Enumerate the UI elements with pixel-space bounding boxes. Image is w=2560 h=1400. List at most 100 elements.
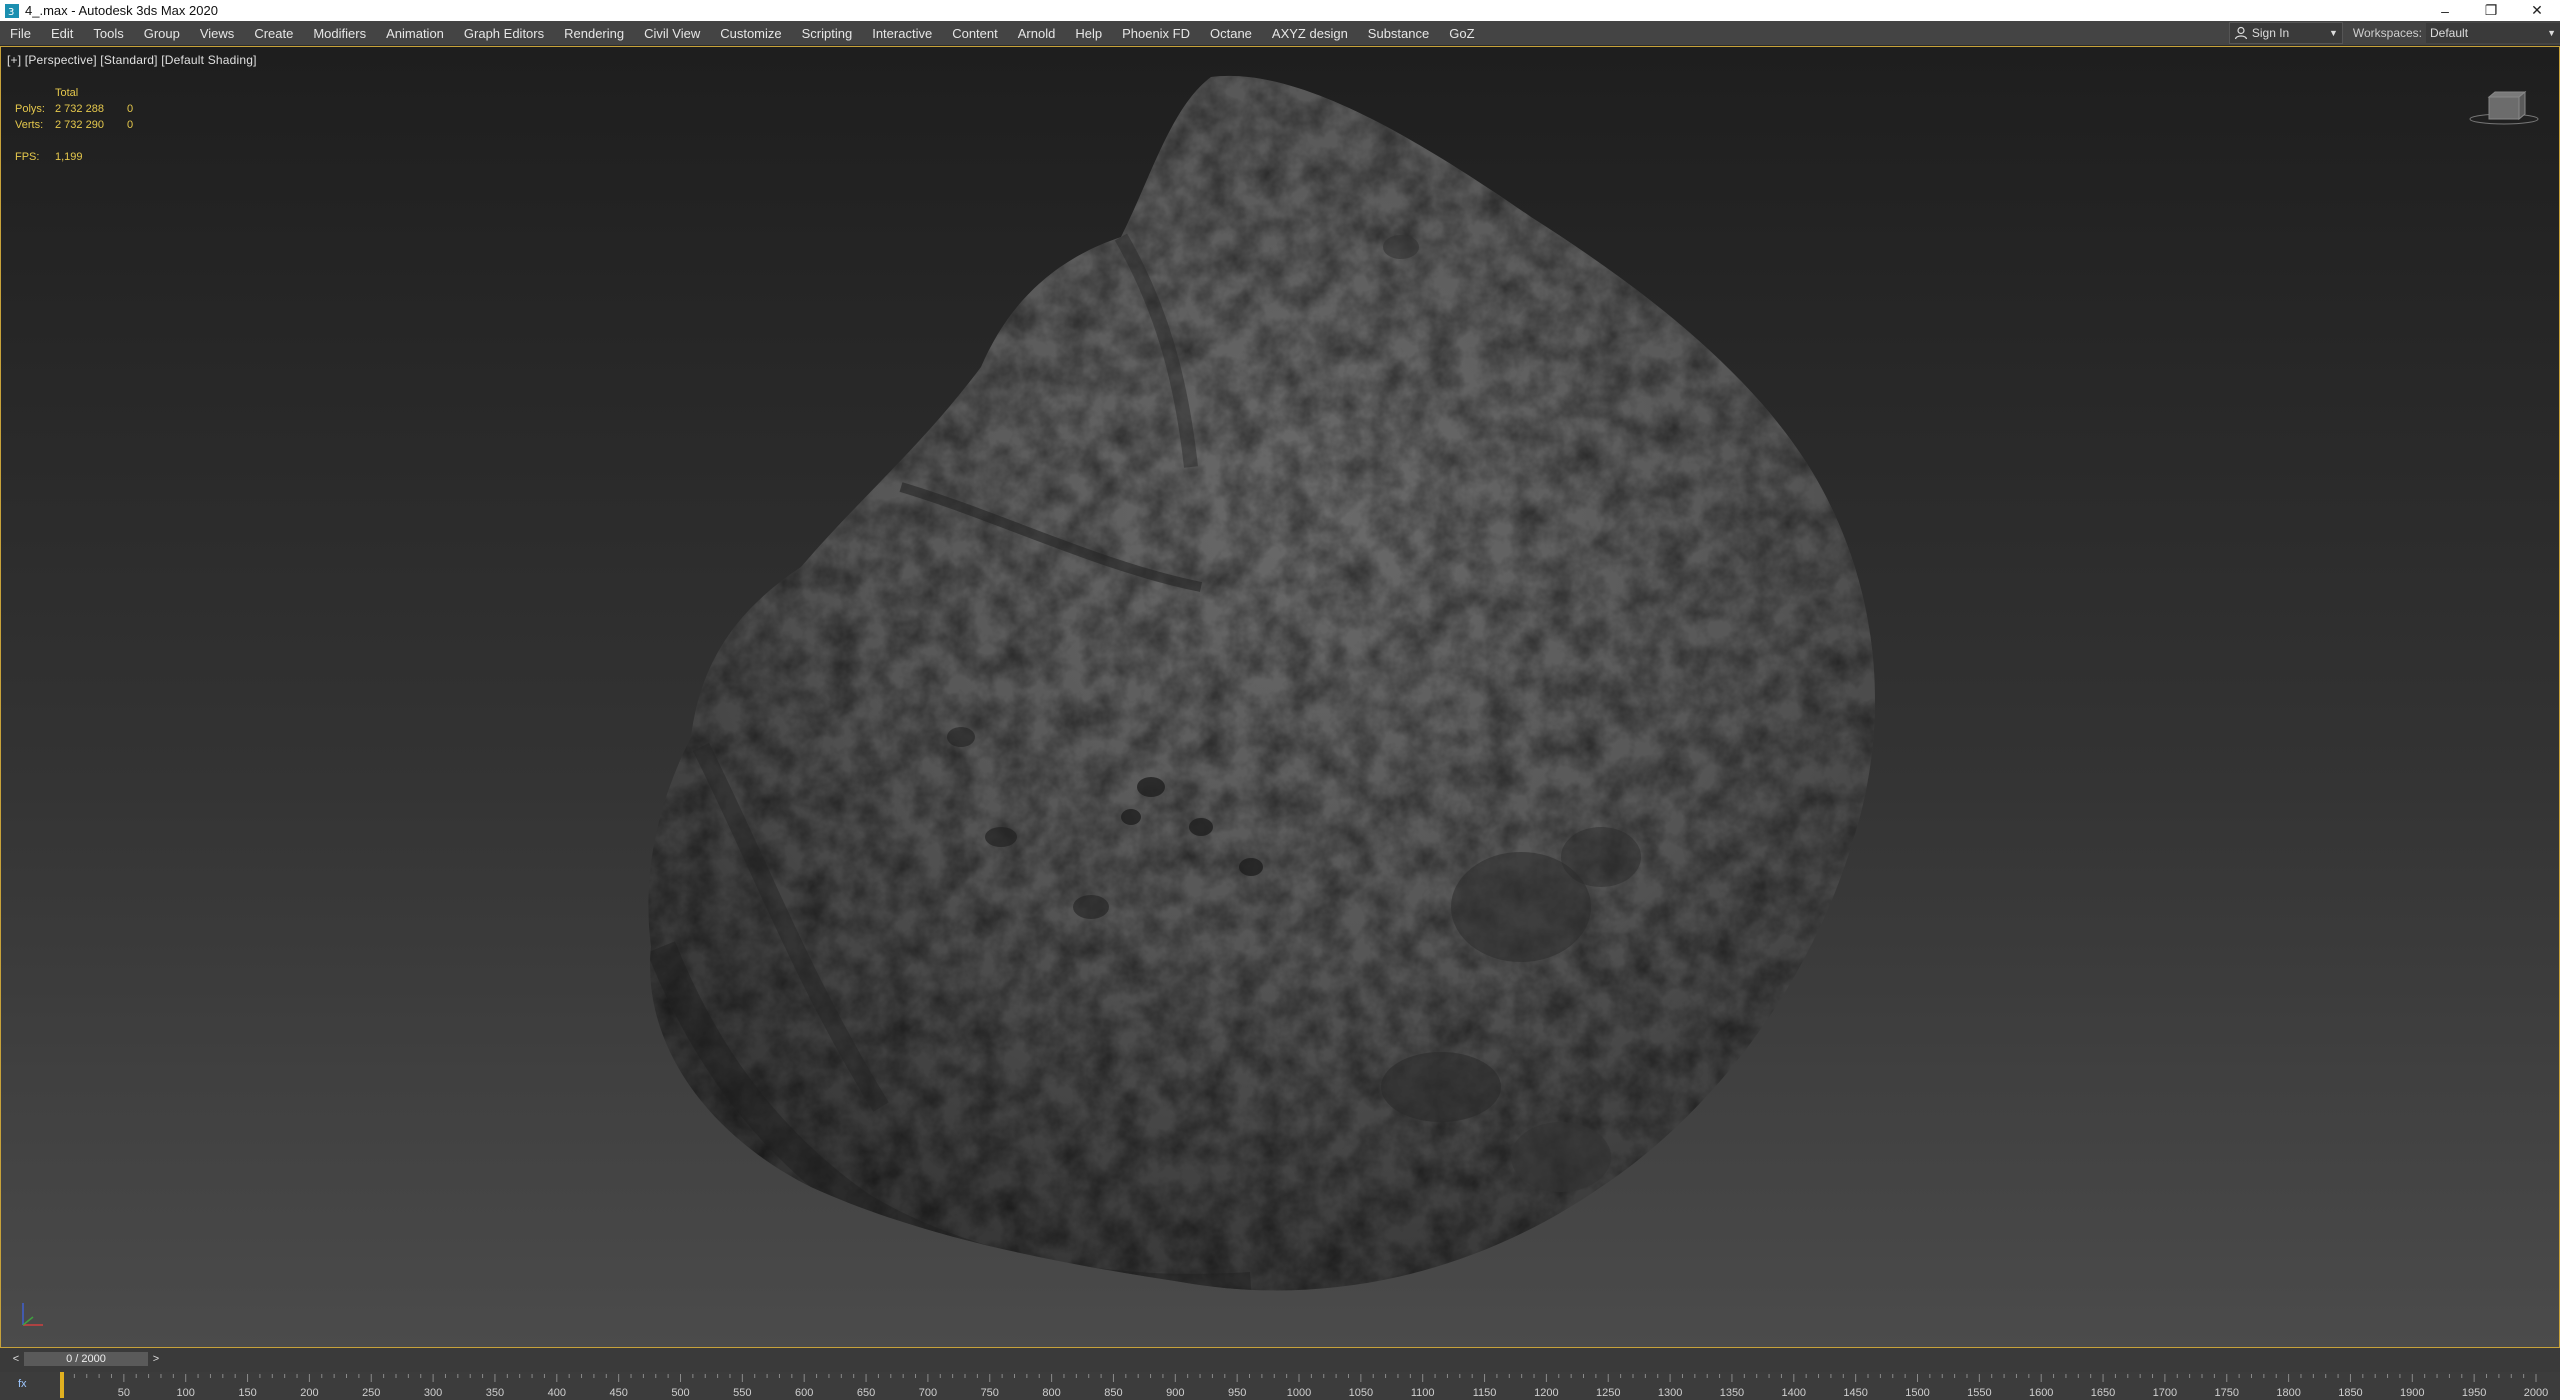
timeline-tick-label: 1300: [1658, 1387, 1682, 1399]
timeline-tick-label: 1750: [2215, 1387, 2239, 1399]
timeline-tick-label: 1600: [2029, 1387, 2053, 1399]
timeline-tick-label: 1700: [2153, 1387, 2177, 1399]
menu-tools[interactable]: Tools: [83, 26, 133, 41]
timeline-tick-label: 800: [1042, 1387, 1060, 1399]
time-slider: < 0 / 2000 >: [0, 1348, 2560, 1372]
timeline-tick-label: 1000: [1287, 1387, 1311, 1399]
timeline-tick-label: 850: [1104, 1387, 1122, 1399]
menu-modifiers[interactable]: Modifiers: [303, 26, 376, 41]
workspace-select[interactable]: Default ▼: [2426, 23, 2560, 43]
menu-animation[interactable]: Animation: [376, 26, 454, 41]
sign-in-dropdown[interactable]: Sign In ▼: [2228, 22, 2343, 44]
timeline-tick-label: 150: [238, 1387, 256, 1399]
menu-scripting[interactable]: Scripting: [792, 26, 863, 41]
viewport-label[interactable]: [+] [Perspective] [Standard] [Default Sh…: [7, 53, 257, 67]
app-logo-icon: 3: [5, 3, 19, 18]
polys-total: 2 732 288: [55, 103, 104, 115]
menu-group[interactable]: Group: [134, 26, 190, 41]
timeline-tick-label: 650: [857, 1387, 875, 1399]
perspective-viewport[interactable]: [+] [Perspective] [Standard] [Default Sh…: [0, 46, 2560, 1348]
timeline-tick-label: 1200: [1534, 1387, 1558, 1399]
menu-arnold[interactable]: Arnold: [1008, 26, 1066, 41]
timeline-tick-label: 250: [362, 1387, 380, 1399]
track-bar[interactable]: fx 50 100 150 200 250 300 350 400 450 500 550 600 65…: [0, 1372, 2560, 1400]
timeline-tick-label: 1150: [1473, 1387, 1497, 1399]
menu-interactive[interactable]: Interactive: [862, 26, 942, 41]
workspaces-label: Workspaces:: [2352, 26, 2422, 40]
title-bar: 3 4_.max - Autodesk 3ds Max 2020 – ❐ ✕: [0, 0, 2560, 21]
time-slider-thumb[interactable]: 0 / 2000: [24, 1352, 148, 1366]
scene-statistics: Total Polys: 2 732 288 0 Verts: 2 732 29…: [15, 85, 147, 165]
close-button[interactable]: ✕: [2514, 0, 2560, 21]
next-frame-button[interactable]: >: [150, 1352, 162, 1366]
svg-text:3: 3: [8, 7, 14, 18]
timeline-tick-label: 1650: [2091, 1387, 2115, 1399]
timeline-tick-label: 300: [424, 1387, 442, 1399]
menu-rendering[interactable]: Rendering: [554, 26, 634, 41]
timeline-tick-label: 1900: [2400, 1387, 2424, 1399]
timeline-tick-label: 1950: [2462, 1387, 2486, 1399]
stats-fps-row: FPS: 1,199: [15, 149, 147, 165]
menu-edit[interactable]: Edit: [41, 26, 83, 41]
polys-selected: 0: [127, 103, 134, 115]
axis-gizmo-icon: [22, 1303, 43, 1326]
timeline-tick-label: 950: [1228, 1387, 1246, 1399]
timeline-tick-label: 2000: [2524, 1387, 2548, 1399]
timeline-tick-label: 50: [118, 1387, 130, 1399]
timeline-tick-label: 1350: [1720, 1387, 1744, 1399]
polys-label: Polys:: [15, 103, 45, 115]
verts-label: Verts:: [15, 119, 44, 131]
menu-create[interactable]: Create: [244, 26, 303, 41]
chevron-down-icon: ▼: [2547, 28, 2556, 38]
viewcube-icon[interactable]: [2469, 87, 2539, 127]
sign-in-label: Sign In: [2251, 26, 2290, 40]
current-frame-marker[interactable]: [60, 1372, 64, 1398]
timeline-tick-label: 500: [671, 1387, 689, 1399]
stats-total-header: Total: [55, 87, 79, 99]
person-icon: [2234, 26, 2247, 40]
timeline-tick-label: 350: [486, 1387, 504, 1399]
menu-customize[interactable]: Customize: [710, 26, 791, 41]
verts-selected: 0: [127, 119, 134, 131]
timeline-tick-label: 1100: [1411, 1387, 1435, 1399]
verts-total: 2 732 290: [55, 119, 104, 131]
menu-graph-editors[interactable]: Graph Editors: [454, 26, 554, 41]
menu-substance[interactable]: Substance: [1358, 26, 1439, 41]
menu-bar: File Edit Tools Group Views Create Modif…: [0, 21, 2560, 45]
timeline-tick-label: 1800: [2276, 1387, 2300, 1399]
timeline-tick-label: 200: [300, 1387, 318, 1399]
timeline-tick-label: 900: [1166, 1387, 1184, 1399]
timeline-tick-label: 1400: [1782, 1387, 1806, 1399]
timeline-tick-label: 750: [981, 1387, 999, 1399]
menu-phoenix-fd[interactable]: Phoenix FD: [1112, 26, 1200, 41]
previous-frame-button[interactable]: <: [10, 1352, 22, 1366]
timeline-tick-label: 1550: [1967, 1387, 1991, 1399]
timeline-tick-label: 550: [733, 1387, 751, 1399]
stats-polys-row: Polys: 2 732 288 0: [15, 101, 147, 117]
timeline-tick-label: 400: [548, 1387, 566, 1399]
timeline-tick-label: 1250: [1596, 1387, 1620, 1399]
menu-goz[interactable]: GoZ: [1439, 26, 1484, 41]
fps-label: FPS:: [15, 151, 40, 163]
menu-file[interactable]: File: [0, 26, 41, 41]
timeline-ruler: 50 100 150 200 250 300 350 400 450 500 550 600 650 70…: [60, 1372, 2548, 1399]
menu-axyz-design[interactable]: AXYZ design: [1262, 26, 1358, 41]
timeline-tick-label: 1050: [1349, 1387, 1373, 1399]
timeline-tick-label: 450: [609, 1387, 627, 1399]
timeline-tick-label: 100: [177, 1387, 195, 1399]
timeline-tick-label: 700: [919, 1387, 937, 1399]
menu-views[interactable]: Views: [190, 26, 244, 41]
rock-mesh[interactable]: [1, 47, 2559, 1347]
minimize-button[interactable]: –: [2422, 0, 2468, 21]
menu-content[interactable]: Content: [942, 26, 1008, 41]
timeline-tick-label: 1500: [1905, 1387, 1929, 1399]
menu-help[interactable]: Help: [1065, 26, 1112, 41]
menu-civil-view[interactable]: Civil View: [634, 26, 710, 41]
timeline-tick-label: 1850: [2338, 1387, 2362, 1399]
menu-octane[interactable]: Octane: [1200, 26, 1262, 41]
restore-button[interactable]: ❐: [2468, 0, 2514, 21]
window-title: 4_.max - Autodesk 3ds Max 2020: [25, 3, 218, 18]
workspace-value: Default: [2430, 26, 2469, 40]
fps-value: 1,199: [55, 151, 83, 163]
timeline-tick-label: 1450: [1843, 1387, 1867, 1399]
